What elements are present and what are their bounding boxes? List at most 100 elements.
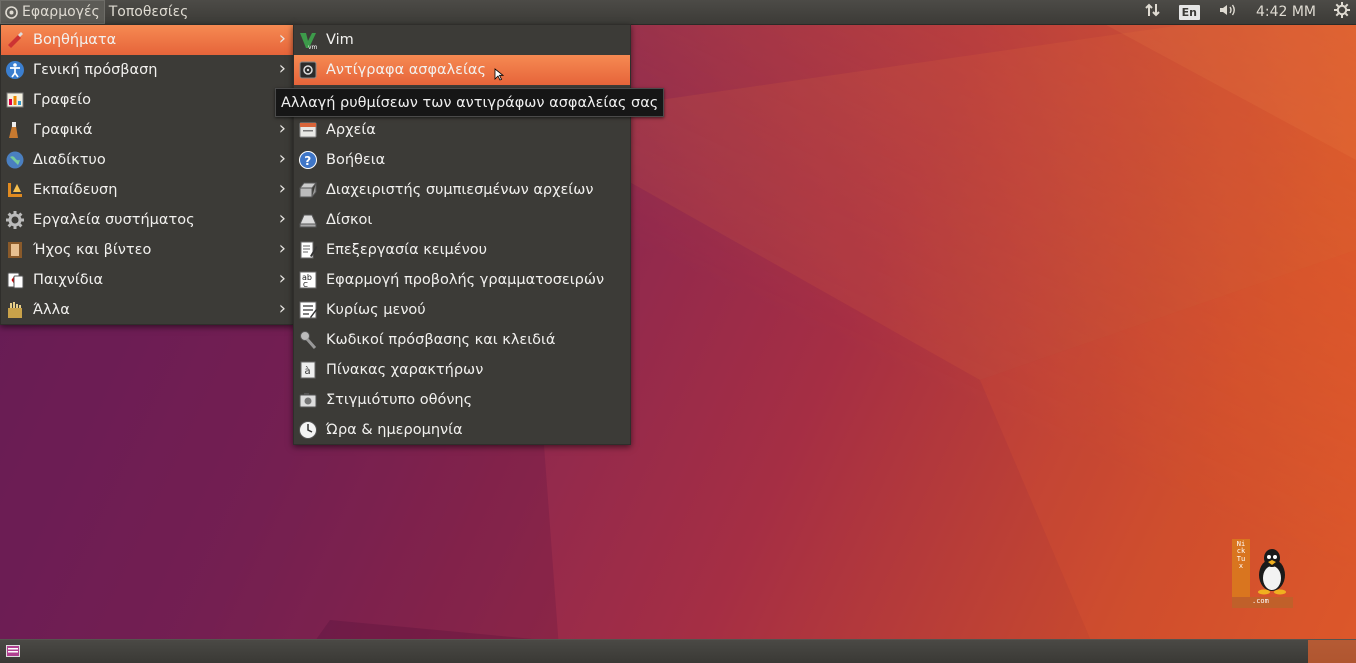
accessory-item[interactable]: Κυρίως μενού [294,295,630,325]
files-icon [297,119,319,141]
sound-video-icon [4,239,26,261]
svg-text:?: ? [304,154,311,168]
system-tray: En 4:42 ΜΜ [1144,0,1356,24]
top-panel: Εφαρμογές Τοποθεσίες En 4:42 ΜΜ [0,0,1356,25]
accessory-item-label: Αρχεία [326,122,376,138]
category-item[interactable]: Ήχος και βίντεο › [1,235,294,265]
nicktux-logo: NickTux .com [1232,539,1293,608]
system-tools-icon [4,209,26,231]
tooltip: Αλλαγή ρυθμίσεων των αντιγράφων ασφαλεία… [275,88,665,117]
mouse-cursor-icon [494,68,504,81]
svg-text:C: C [303,281,308,289]
accessories-icon [4,29,26,51]
category-item-label: Εργαλεία συστήματος [33,212,195,228]
chevron-right-icon: › [278,58,286,79]
category-item[interactable]: Γραφείο› [1,85,294,115]
games-icon [4,269,26,291]
category-item[interactable]: Διαδίκτυο › [1,145,294,175]
svg-text:à: à [305,365,311,377]
chevron-right-icon: › [278,268,286,289]
chevron-right-icon: › [278,178,286,199]
category-item-label: Ήχος και βίντεο [33,242,152,258]
other-icon [4,299,26,321]
workspace-switcher[interactable] [1308,640,1356,663]
clock-icon [297,419,319,441]
accessory-item-label: Βοήθεια [326,152,386,168]
accessory-item[interactable]: à Πίνακας χαρακτήρων [294,355,630,385]
accessory-item[interactable]: Ώρα & ημερομηνία [294,415,630,445]
accessory-item[interactable]: ab C Εφαρμογή προβολής γραμματοσειρών [294,265,630,295]
accessory-item-label: Κυρίως μενού [326,302,426,318]
accessory-item-label: Δίσκοι [326,212,373,228]
accessory-item-label: Στιγμιότυπο οθόνης [326,392,473,408]
category-item[interactable]: Γραφικά › [1,115,294,145]
category-item[interactable]: Άλλα › [1,295,294,325]
education-icon [4,179,26,201]
category-item-label: Βοηθήματα [33,32,117,48]
main-menu-icon [297,299,319,321]
places-menu[interactable]: Τοποθεσίες [105,0,193,24]
category-item-label: Γενική πρόσβαση [33,62,158,78]
graphics-icon [4,119,26,141]
chevron-right-icon: › [278,298,286,319]
text-editor-icon [297,239,319,261]
character-map-icon: à [297,359,319,381]
clock[interactable]: 4:42 ΜΜ [1256,4,1316,20]
chevron-right-icon: › [278,28,286,49]
gear-icon[interactable] [1334,2,1350,22]
tux-penguin-icon [1258,549,1286,595]
show-desktop-icon[interactable] [6,645,20,657]
bottom-panel [0,639,1356,663]
places-label: Τοποθεσίες [108,4,189,20]
vim-icon: vm [297,29,319,51]
category-item-label: Άλλα [33,302,70,318]
accessory-item-label: Εφαρμογή προβολής γραμματοσειρών [326,272,605,288]
network-transfer-icon[interactable] [1144,2,1161,22]
accessory-item[interactable]: Κωδικοί πρόσβασης και κλειδιά [294,325,630,355]
screenshot-icon [297,389,319,411]
accessory-item-label: Αντίγραφα ασφαλείας [326,62,486,78]
category-item[interactable]: Βοηθήματα › [1,25,294,55]
category-item-label: Παιχνίδια [33,272,104,288]
internet-icon [4,149,26,171]
accessory-item[interactable]: Αρχεία [294,115,630,145]
logo-vertical-text: NickTux [1236,540,1246,571]
chevron-right-icon: › [278,148,286,169]
category-item-label: Γραφικά [33,122,93,138]
accessory-item-label: Κωδικοί πρόσβασης και κλειδιά [326,332,556,348]
category-item-label: Διαδίκτυο [33,152,106,168]
font-viewer-icon: ab C [297,269,319,291]
ubuntu-logo-icon [5,5,18,19]
category-item[interactable]: Γενική πρόσβαση › [1,55,294,85]
accessory-item-label: Vim [326,32,354,48]
applications-menu[interactable]: Εφαρμογές [0,0,105,24]
category-item[interactable]: Εργαλεία συστήματος › [1,205,294,235]
chevron-right-icon: › [278,238,286,259]
category-item-label: Εκπαίδευση [33,182,118,198]
accessory-item[interactable]: ? Βοήθεια [294,145,630,175]
backup-icon [297,59,319,81]
volume-icon[interactable] [1218,2,1238,22]
help-icon: ? [297,149,319,171]
logo-domain: .com [1252,597,1269,605]
accessory-item[interactable]: Αντίγραφα ασφαλείας [294,55,630,85]
svg-text:vm: vm [308,44,318,50]
chevron-right-icon: › [278,118,286,139]
chevron-right-icon: › [278,208,286,229]
category-item-label: Γραφείο [33,92,92,108]
accessory-item[interactable]: Δίσκοι [294,205,630,235]
archive-manager-icon [297,179,319,201]
disks-icon [297,209,319,231]
office-icon [4,89,26,111]
accessibility-icon [4,59,26,81]
categories-menu: Βοηθήματα›Γενική πρόσβαση›Γραφείο›Γραφικ… [0,24,295,325]
category-item[interactable]: Εκπαίδευση › [1,175,294,205]
accessory-item[interactable]: vm Vim [294,25,630,55]
accessory-item-label: Πίνακας χαρακτήρων [326,362,484,378]
accessory-item[interactable]: Επεξεργασία κειμένου [294,235,630,265]
accessory-item[interactable]: Διαχειριστής συμπιεσμένων αρχείων [294,175,630,205]
keyboard-layout-indicator[interactable]: En [1178,4,1200,20]
category-item[interactable]: Παιχνίδια › [1,265,294,295]
accessory-item[interactable]: Στιγμιότυπο οθόνης [294,385,630,415]
applications-label: Εφαρμογές [22,4,100,20]
